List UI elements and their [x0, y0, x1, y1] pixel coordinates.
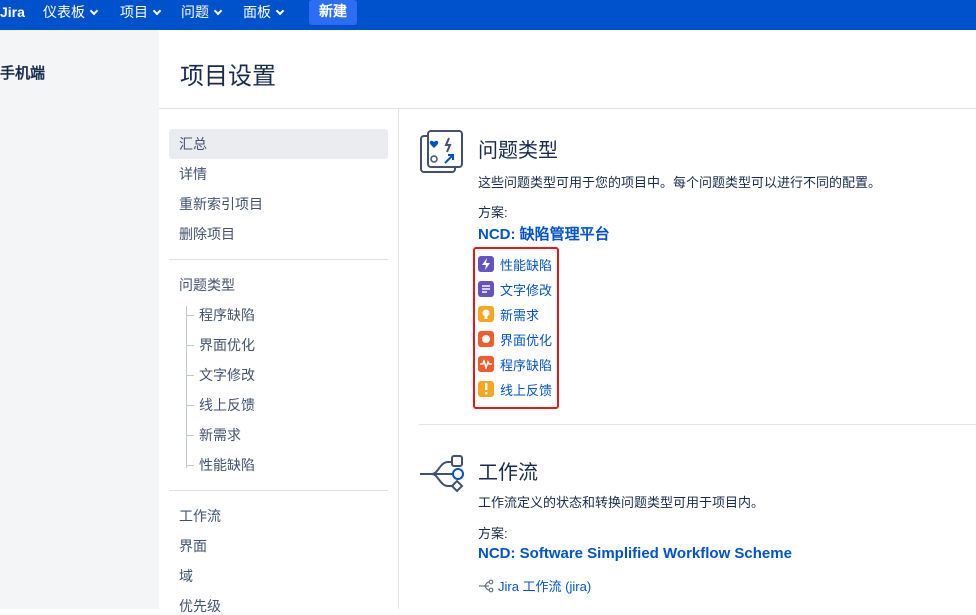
sidebar-divider: [169, 490, 388, 491]
section-divider: [419, 424, 976, 425]
settings-nav-priorities[interactable]: 优先级: [179, 597, 221, 615]
project-name[interactable]: 手机端: [0, 62, 45, 83]
issue-type-label: 新需求: [500, 307, 540, 323]
issue-type-item[interactable]: 性能缺陷: [478, 255, 552, 273]
issue-types-icon: [420, 130, 463, 173]
issue-type-item[interactable]: 程序缺陷: [478, 355, 552, 373]
chevron-down-icon: [152, 6, 162, 16]
issue-type-label: 文字修改: [500, 282, 553, 298]
document-icon: [478, 281, 494, 297]
sidebar-divider: [169, 259, 388, 260]
page-title: 项目设置: [180, 63, 276, 90]
issue-type-label: 程序缺陷: [500, 357, 553, 373]
issue-type-item[interactable]: 新需求: [478, 305, 539, 323]
top-navigation: Jira 仪表板 项目 问题 面板 新建: [0, 0, 976, 30]
settings-nav-fields[interactable]: 域: [179, 567, 193, 585]
tree-tick: [186, 345, 194, 346]
issue-types-title: 问题类型: [478, 140, 558, 162]
workflow-description: 工作流定义的状态和转换问题类型可用于项目内。: [478, 495, 765, 510]
settings-nav-details[interactable]: 详情: [179, 165, 207, 183]
issue-type-item[interactable]: 界面优化: [478, 330, 552, 348]
settings-nav-issue-type-item[interactable]: 程序缺陷: [199, 306, 255, 324]
tree-line: [186, 306, 187, 468]
tree-tick: [186, 375, 194, 376]
header-divider: [159, 108, 976, 109]
nav-issues[interactable]: 问题: [181, 3, 223, 21]
issue-types-scheme-label: 方案:: [478, 205, 508, 220]
settings-nav-issue-type-item[interactable]: 线上反馈: [199, 396, 255, 414]
workflow-scheme-link[interactable]: NCD: Software Simplified Workflow Scheme: [478, 545, 792, 562]
settings-nav-issue-types[interactable]: 问题类型: [179, 276, 235, 294]
workflow-link[interactable]: Jira 工作流 (jira): [478, 576, 591, 595]
workflow-icon: [420, 455, 464, 493]
lightbulb-icon: [478, 306, 494, 322]
nav-boards-label: 面板: [243, 4, 271, 20]
settings-nav-issue-type-item[interactable]: 新需求: [199, 426, 241, 444]
workflow-title: 工作流: [478, 462, 538, 484]
settings-nav-issue-type-item[interactable]: 界面优化: [199, 336, 255, 354]
issue-type-item[interactable]: 文字修改: [478, 280, 552, 298]
tree-tick: [186, 435, 194, 436]
settings-nav-delete[interactable]: 删除项目: [179, 225, 235, 243]
settings-nav-screens[interactable]: 界面: [179, 537, 207, 555]
circle-icon: [478, 331, 494, 347]
chevron-down-icon: [213, 6, 223, 16]
settings-nav-issue-type-item[interactable]: 文字修改: [199, 366, 255, 384]
settings-nav-issue-type-item[interactable]: 性能缺陷: [199, 456, 255, 474]
chevron-down-icon: [275, 6, 285, 16]
tree-tick: [186, 405, 194, 406]
column-divider: [398, 108, 399, 609]
settings-nav-summary[interactable]: 汇总: [169, 129, 388, 159]
tree-tick: [186, 315, 194, 316]
tree-tick: [186, 465, 194, 466]
workflow-small-icon: [479, 579, 494, 592]
issue-type-label: 界面优化: [500, 332, 553, 348]
issue-type-label: 性能缺陷: [500, 257, 553, 273]
settings-nav-reindex[interactable]: 重新索引项目: [179, 195, 263, 213]
project-sidebar: [0, 30, 159, 609]
nav-issues-label: 问题: [181, 4, 209, 20]
exclamation-icon: [478, 381, 494, 397]
nav-projects[interactable]: 项目: [120, 3, 162, 21]
issue-types-description: 这些问题类型可用于您的项目中。每个问题类型可以进行不同的配置。: [478, 175, 882, 190]
pulse-icon: [478, 356, 494, 372]
workflow-scheme-label: 方案:: [478, 526, 508, 541]
create-button[interactable]: 新建: [309, 0, 357, 25]
lightning-icon: [478, 256, 494, 272]
settings-nav-workflows[interactable]: 工作流: [179, 507, 221, 525]
jira-logo[interactable]: Jira: [0, 3, 25, 21]
settings-nav-summary-label: 汇总: [179, 136, 207, 152]
nav-boards[interactable]: 面板: [243, 3, 285, 21]
workflow-link-label: Jira 工作流 (jira): [498, 579, 592, 594]
issue-type-item[interactable]: 线上反馈: [478, 380, 552, 398]
nav-dashboards[interactable]: 仪表板: [43, 3, 99, 21]
issue-type-scheme-link[interactable]: NCD: 缺陷管理平台: [478, 223, 610, 244]
nav-projects-label: 项目: [120, 4, 148, 20]
chevron-down-icon: [89, 6, 99, 16]
nav-dashboards-label: 仪表板: [43, 4, 85, 20]
issue-type-label: 线上反馈: [500, 382, 553, 398]
